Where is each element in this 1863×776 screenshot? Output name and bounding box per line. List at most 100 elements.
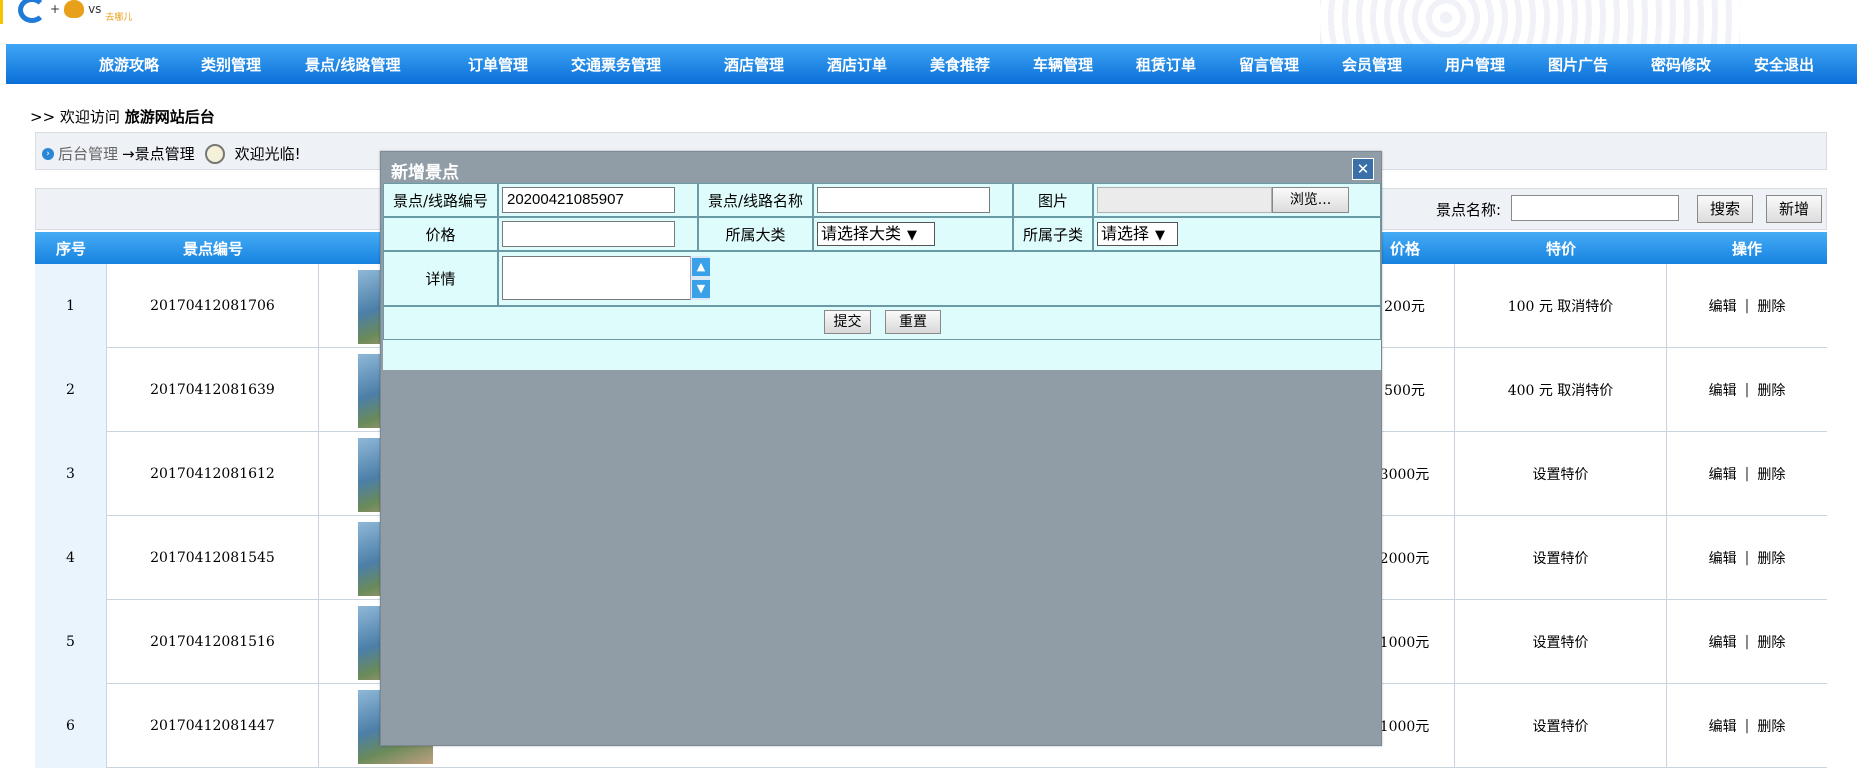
add-spot-form: 景点/线路编号 20200421085907 景点/线路名称 图片 浏览... … [383,183,1381,370]
nav-item-hotels[interactable]: 酒店管理 [724,54,784,75]
logo-plus: + [50,2,61,16]
image-label: 图片 [1013,183,1093,217]
logo-qunar: 去哪儿 [105,12,133,23]
edit-link[interactable]: 编辑 [1709,716,1737,736]
nav-item-users[interactable]: 用户管理 [1445,54,1505,75]
cell-ops: 编辑 | 删除 [1667,432,1827,516]
header-ops: 操作 [1731,240,1762,258]
cell-ops: 编辑 | 删除 [1667,684,1827,768]
breadcrumb-home[interactable]: 后台管理 [58,143,118,164]
edit-link[interactable]: 编辑 [1709,632,1737,652]
welcome-site: 旅游网站后台 [124,108,215,126]
price-field[interactable] [502,221,675,247]
detail-label: 详情 [383,251,498,306]
bullet-arrow-icon: › [42,147,54,160]
edit-link[interactable]: 编辑 [1709,464,1737,484]
category-select[interactable]: 请选择大类 ▼ [817,222,935,246]
welcome-text: >> 欢迎访问 旅游网站后台 [30,106,215,127]
cell-special-link[interactable]: 设置特价 [1455,432,1667,516]
header-decoration [1320,0,1740,44]
nav-item-password[interactable]: 密码修改 [1651,54,1711,75]
scroll-down-icon[interactable]: ▼ [692,280,710,298]
nav-item-vehicles[interactable]: 车辆管理 [1033,54,1093,75]
delete-link[interactable]: 删除 [1757,548,1785,568]
category-selected: 请选择大类 [821,224,902,243]
cell-index: 3 [35,432,107,516]
delete-link[interactable]: 删除 [1757,464,1785,484]
op-separator: | [1744,298,1750,314]
cell-code: 20170412081706 [107,264,319,348]
cell-special-link[interactable]: 设置特价 [1455,516,1667,600]
cell-special-link[interactable]: 100 元 取消特价 [1455,264,1667,348]
op-separator: | [1744,550,1750,566]
edit-link[interactable]: 编辑 [1709,548,1737,568]
nav-item-members[interactable]: 会员管理 [1342,54,1402,75]
nav-item-hotel-orders[interactable]: 酒店订单 [827,54,887,75]
cell-ops: 编辑 | 删除 [1667,348,1827,432]
cell-ops: 编辑 | 删除 [1667,264,1827,348]
nav-item-travel-guide[interactable]: 旅游攻略 [99,54,159,75]
search-button[interactable]: 搜索 [1697,195,1753,223]
search-label: 景点名称: [1436,201,1502,219]
nav-item-rental-orders[interactable]: 租赁订单 [1136,54,1196,75]
breadcrumb-greeting: 欢迎光临! [234,145,301,163]
image-file-input[interactable] [1097,187,1272,213]
cell-index: 1 [35,264,107,348]
subcategory-select[interactable]: 请选择 ▼ [1097,222,1178,246]
nav-item-category[interactable]: 类别管理 [201,54,261,75]
cell-special-link[interactable]: 设置特价 [1455,684,1667,768]
op-separator: | [1744,466,1750,482]
delete-link[interactable]: 删除 [1757,716,1785,736]
smiley-icon [204,143,225,164]
nav-item-ads[interactable]: 图片广告 [1548,54,1608,75]
detail-textarea[interactable] [502,256,710,300]
search-input[interactable] [1511,195,1679,221]
reset-button[interactable]: 重置 [885,310,941,334]
delete-link[interactable]: 删除 [1757,296,1785,316]
submit-button[interactable]: 提交 [824,310,871,334]
close-icon[interactable]: ✕ [1352,158,1374,180]
price-label: 价格 [383,217,498,251]
edit-link[interactable]: 编辑 [1709,296,1737,316]
scroll-up-icon[interactable]: ▲ [692,258,710,276]
chevron-down-icon: ▼ [907,228,918,243]
nav-item-spots[interactable]: 景点/线路管理 [305,54,400,75]
cell-index: 5 [35,600,107,684]
add-button[interactable]: 新增 [1766,195,1822,223]
breadcrumb-current: →景点管理 [122,145,195,163]
cell-special-link[interactable]: 设置特价 [1455,600,1667,684]
main-nav: 旅游攻略 类别管理 景点/线路管理 订单管理 交通票务管理 酒店管理 酒店订单 … [6,44,1857,84]
logo-vs: vs [88,2,102,16]
cell-index: 6 [35,684,107,768]
header: + vs 去哪儿 [0,0,1863,44]
browse-button[interactable]: 浏览... [1272,187,1349,213]
edit-link[interactable]: 编辑 [1709,380,1737,400]
name-field[interactable] [817,187,990,213]
cell-index: 4 [35,516,107,600]
nav-item-messages[interactable]: 留言管理 [1239,54,1299,75]
breadcrumb: › 后台管理 →景点管理 欢迎光临! [42,143,301,164]
cell-code: 20170412081447 [107,684,319,768]
detail-scrollbar[interactable]: ▲ ▼ [690,256,710,300]
nav-item-logout[interactable]: 安全退出 [1754,54,1814,75]
add-spot-dialog: 新增景点 ✕ 景点/线路编号 20200421085907 景点/线路名称 图片… [380,151,1382,746]
logo-c-icon [18,0,46,23]
delete-link[interactable]: 删除 [1757,380,1785,400]
admin-page: + vs 去哪儿 旅游攻略 类别管理 景点/线路管理 订单管理 交通票务管理 酒… [0,0,1863,776]
nav-item-food[interactable]: 美食推荐 [930,54,990,75]
nav-item-orders[interactable]: 订单管理 [468,54,528,75]
cell-special-link[interactable]: 400 元 取消特价 [1455,348,1667,432]
cell-ops: 编辑 | 删除 [1667,600,1827,684]
category-label: 所属大类 [698,217,813,251]
header-code: 景点编号 [182,240,243,258]
nav-item-tickets[interactable]: 交通票务管理 [571,54,661,75]
form-actions [383,306,1381,340]
welcome-prefix: >> 欢迎访问 [30,108,120,126]
cell-code: 20170412081639 [107,348,319,432]
edge-accent [0,0,3,24]
delete-link[interactable]: 删除 [1757,632,1785,652]
code-label: 景点/线路编号 [383,183,498,217]
dialog-title: 新增景点 [391,163,459,183]
code-field[interactable]: 20200421085907 [502,187,675,213]
subcategory-label: 所属子类 [1013,217,1093,251]
